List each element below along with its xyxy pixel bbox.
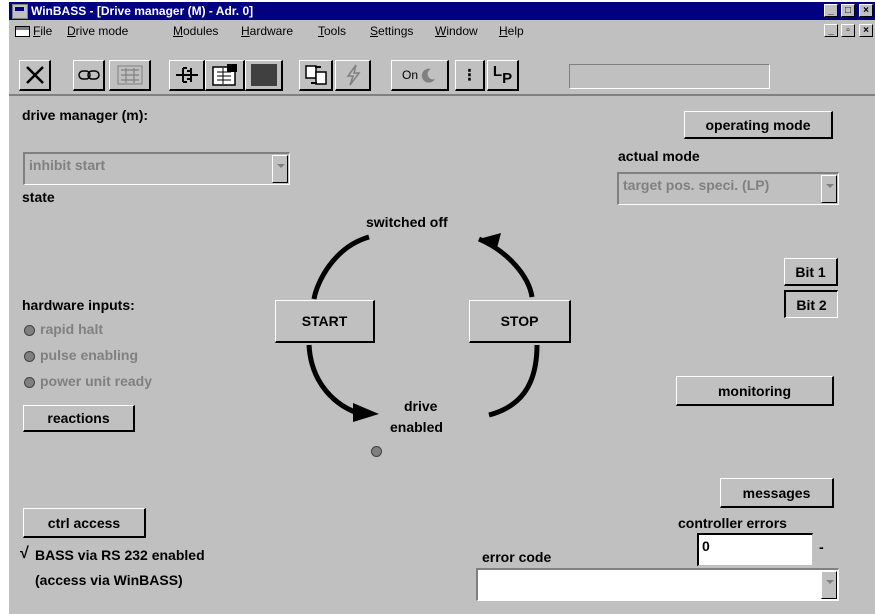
title-bar: WinBASS - [Drive manager (M) - Adr. 0] _… <box>9 2 875 20</box>
doc-close-button[interactable]: × <box>859 24 873 37</box>
arrow-down-icon <box>353 403 379 422</box>
messages-button[interactable]: messages <box>720 478 834 508</box>
power-unit-ready-led <box>24 377 35 388</box>
operating-mode-button[interactable]: operating mode <box>684 111 833 139</box>
drive-label: drive <box>404 398 438 414</box>
lightning-icon <box>346 64 360 86</box>
rs232-status-label: BASS via RS 232 enabled <box>35 547 205 563</box>
menu-modules[interactable]: Modules <box>173 21 218 41</box>
exit-tool-button[interactable] <box>19 60 51 91</box>
pulse-enabling-led <box>24 351 35 362</box>
rapid-halt-led <box>24 325 35 336</box>
chevron-down-icon[interactable] <box>272 155 288 183</box>
transfer-tool-button[interactable] <box>299 60 333 91</box>
monitoring-button[interactable]: monitoring <box>676 376 834 406</box>
parameter-list-icon <box>211 64 237 86</box>
doc-minimize-button[interactable]: _ <box>824 24 838 37</box>
rapid-halt-label: rapid halt <box>40 321 104 337</box>
drive-enabled-led <box>371 446 382 457</box>
error-code-select[interactable] <box>476 568 839 601</box>
pulse-enabling-label: pulse enabling <box>40 347 139 363</box>
app-icon[interactable] <box>12 4 28 19</box>
lp-label: L <box>492 62 503 80</box>
arc-top-left <box>311 234 370 300</box>
cross-icon <box>25 66 44 84</box>
menu-bar: File Drive mode Modules Hardware Tools S… <box>9 21 875 41</box>
start-button[interactable]: START <box>275 300 375 343</box>
chain-link-icon <box>77 70 100 80</box>
ctrl-access-button[interactable]: ctrl access <box>23 508 146 538</box>
checkmark-icon: √ <box>20 545 29 562</box>
reactions-button[interactable]: reactions <box>23 405 135 432</box>
dark-square-icon <box>250 64 277 86</box>
on-toggle-tool-button[interactable]: On <box>391 60 449 91</box>
minimize-button[interactable]: _ <box>824 4 838 17</box>
menu-hardware[interactable]: Hardware <box>241 21 293 41</box>
transfer-arrows-icon <box>304 65 327 85</box>
document-menu-icon[interactable] <box>15 26 30 37</box>
enabled-label: enabled <box>390 419 443 435</box>
arc-bottom-right <box>488 344 540 418</box>
chevron-down-icon[interactable] <box>821 571 837 599</box>
menu-tools[interactable]: Tools <box>318 21 346 41</box>
doc-restore-button[interactable]: ▫ <box>841 24 855 37</box>
state-select[interactable]: inhibit start <box>23 152 290 185</box>
lp-tool-button[interactable]: LP <box>487 60 519 91</box>
chevron-down-icon[interactable] <box>821 175 837 203</box>
grid-module-icon <box>117 65 142 85</box>
menu-window[interactable]: Window <box>435 21 478 41</box>
info-tool-button[interactable]: ⁝ <box>455 60 485 91</box>
controller-errors-label: controller errors <box>678 515 787 531</box>
bus-config-tool-button[interactable] <box>109 60 151 91</box>
menu-file[interactable]: File <box>33 21 52 41</box>
controller-errors-value: 0 <box>702 538 710 554</box>
bit-1-button[interactable]: Bit 1 <box>784 258 838 286</box>
plug-tool-button[interactable] <box>169 60 205 91</box>
state-label: state <box>22 189 55 205</box>
plug-connector-icon <box>175 67 198 83</box>
moon-icon <box>421 68 435 83</box>
menu-settings[interactable]: Settings <box>370 21 413 41</box>
parameter-list-tool-button[interactable] <box>205 60 245 91</box>
hardware-inputs-heading: hardware inputs: <box>22 297 135 313</box>
drive-manager-heading: drive manager (m): <box>22 107 149 123</box>
controller-errors-dash: - <box>819 539 824 555</box>
bit-2-button[interactable]: Bit 2 <box>784 290 838 318</box>
menu-drive-mode[interactable]: Drive mode <box>67 21 128 41</box>
state-value: inhibit start <box>29 157 106 173</box>
main-window: WinBASS - [Drive manager (M) - Adr. 0] _… <box>8 2 875 614</box>
switched-off-label: switched off <box>366 214 448 230</box>
stop-drive-tool-button[interactable] <box>245 60 283 91</box>
actual-mode-value: target pos. speci. (LP) <box>623 177 770 193</box>
maximize-button[interactable]: □ <box>841 4 855 17</box>
close-button[interactable]: × <box>859 4 873 17</box>
window-title: WinBASS - [Drive manager (M) - Adr. 0] <box>31 4 254 18</box>
colon-label: ⁝ <box>466 64 473 85</box>
error-code-label: error code <box>482 549 552 565</box>
on-label: On <box>401 68 418 82</box>
actual-mode-label: actual mode <box>618 148 700 164</box>
controller-errors-field[interactable]: 0 <box>697 533 813 566</box>
stop-button[interactable]: STOP <box>469 300 571 343</box>
flash-tool-button[interactable] <box>335 60 371 91</box>
access-via-label: (access via WinBASS) <box>35 572 183 588</box>
actual-mode-select[interactable]: target pos. speci. (LP) <box>617 172 839 205</box>
arc-top-right <box>477 236 535 298</box>
connect-tool-button[interactable] <box>73 60 105 91</box>
menu-help[interactable]: Help <box>499 21 524 41</box>
lp-subscript: P <box>502 69 513 87</box>
toolbar-status-field <box>569 64 770 89</box>
power-unit-ready-label: power unit ready <box>40 373 153 389</box>
toolbar: On ⁝ LP <box>9 42 875 96</box>
